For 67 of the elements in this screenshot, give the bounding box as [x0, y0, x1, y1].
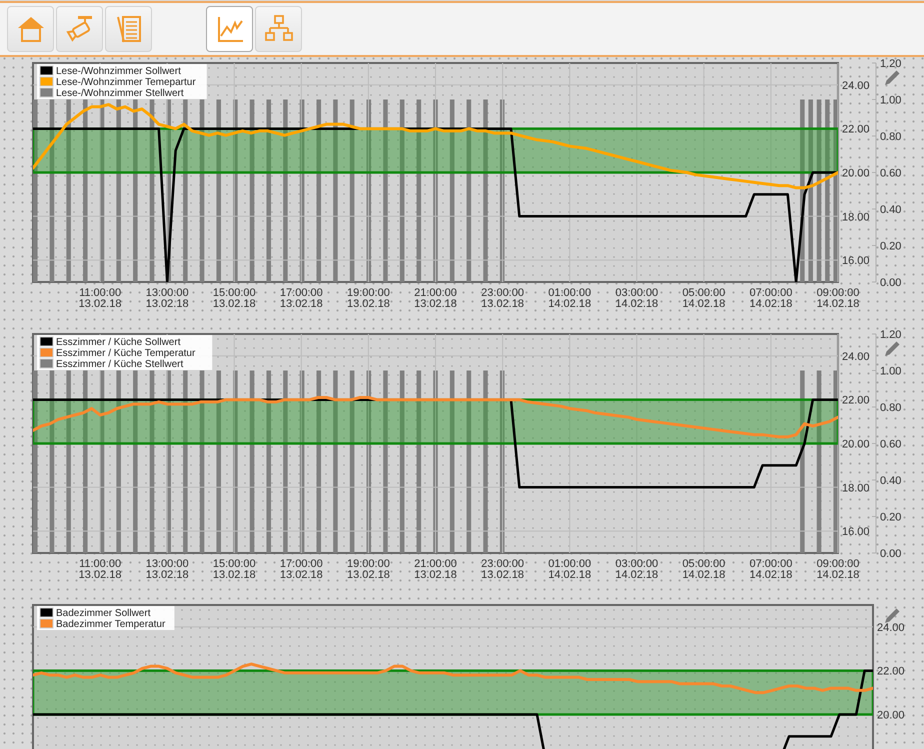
axis-label: 0.00 [880, 277, 902, 289]
axis-label: 0.60 [880, 438, 902, 450]
axis-label: 19:00:00 13.02.18 [347, 287, 390, 307]
axis-label: 20.00 [842, 168, 870, 180]
notes-button[interactable] [105, 6, 152, 52]
axis-label: 16.00 [842, 255, 870, 268]
pencil-icon[interactable] [885, 70, 900, 85]
legend-label: Lese-/Wohnzimmer Temepartur [56, 77, 196, 88]
pencil-icon[interactable] [885, 608, 900, 623]
axis-label: 22.00 [877, 666, 905, 678]
axis-label: 09:00:00 14.02.18 [816, 287, 860, 307]
legend-label: Badezimmer Temperatur [56, 619, 166, 630]
axis-label: 17:00:00 13.02.18 [280, 287, 323, 307]
axis-label: 1.20 [880, 58, 902, 70]
axis-label: 18.00 [842, 211, 870, 224]
axis-label: 19:00:00 13.02.18 [347, 558, 390, 578]
axis-label: 11:00:00 13.02.18 [78, 287, 122, 307]
axis-label: 18.00 [842, 482, 870, 494]
axis-label: 22.00 [842, 124, 870, 136]
legend-label: Lese-/Wohnzimmer Sollwert [56, 66, 181, 77]
axis-label: 24.00 [842, 80, 870, 92]
axis-label: 01:00:00 14.02.18 [548, 287, 592, 307]
axis-label: 01:00:00 14.02.18 [548, 558, 592, 578]
axis-label: 15:00:00 13.02.18 [212, 558, 256, 578]
camera-button[interactable] [56, 6, 103, 52]
axis-label: 07:00:00 14.02.18 [750, 558, 792, 578]
axis-label: 0.40 [880, 475, 902, 487]
legend-label: Esszimmer / Küche Temperatur [56, 348, 196, 359]
axis-label: 20.00 [877, 710, 905, 722]
axis-label: 03:00:00 14.02.18 [615, 558, 658, 578]
axis-label: 21:00:00 13.02.18 [414, 558, 457, 578]
axis-label: 16.00 [842, 526, 870, 538]
axis-label: 1.00 [880, 366, 902, 378]
axis-label: 13:00:00 13.02.18 [146, 558, 189, 578]
axis-label: 0.20 [880, 240, 902, 252]
axis-label: 23:00:00 13.02.18 [481, 287, 524, 307]
axis-label: 22.00 [842, 394, 870, 407]
network-button[interactable] [255, 6, 302, 52]
chart-button[interactable] [206, 6, 253, 52]
axis-label: 1.00 [880, 94, 902, 106]
pencil-icon[interactable] [885, 342, 900, 356]
axis-label: 21:00:00 13.02.18 [414, 287, 457, 307]
axis-label: 0.80 [880, 131, 902, 143]
axis-label: 0.80 [880, 402, 902, 414]
axis-label: 07:00:00 14.02.18 [750, 287, 792, 307]
axis-label: 05:00:00 14.02.18 [682, 287, 726, 307]
axis-label: 09:00:00 14.02.18 [816, 558, 860, 578]
axis-label: 17:00:00 13.02.18 [280, 558, 323, 578]
axis-label: 11:00:00 13.02.18 [78, 558, 122, 578]
home-button[interactable] [7, 6, 54, 52]
axis-label: 05:00:00 14.02.18 [682, 558, 726, 578]
axis-label: 0.00 [880, 548, 902, 560]
axis-label: 23:00:00 13.02.18 [481, 558, 524, 578]
axis-label: 15:00:00 13.02.18 [212, 287, 256, 307]
axis-label: 0.60 [880, 168, 902, 180]
axis-label: 13:00:00 13.02.18 [146, 287, 189, 307]
axis-label: 03:00:00 14.02.18 [615, 287, 658, 307]
axis-label: 24.00 [877, 622, 905, 634]
axis-label: 1.20 [880, 329, 902, 341]
legend-label: Esszimmer / Küche Sollwert [56, 337, 180, 348]
axis-label: 20.00 [842, 438, 870, 450]
legend-label: Badezimmer Sollwert [56, 608, 150, 619]
legend-label: Esszimmer / Küche Stellwert [56, 359, 184, 370]
axis-label: 24.00 [842, 350, 870, 363]
legend-label: Lese-/Wohnzimmer Stellwert [56, 88, 184, 99]
axis-label: 0.20 [880, 512, 902, 524]
axis-label: 0.40 [880, 204, 902, 216]
